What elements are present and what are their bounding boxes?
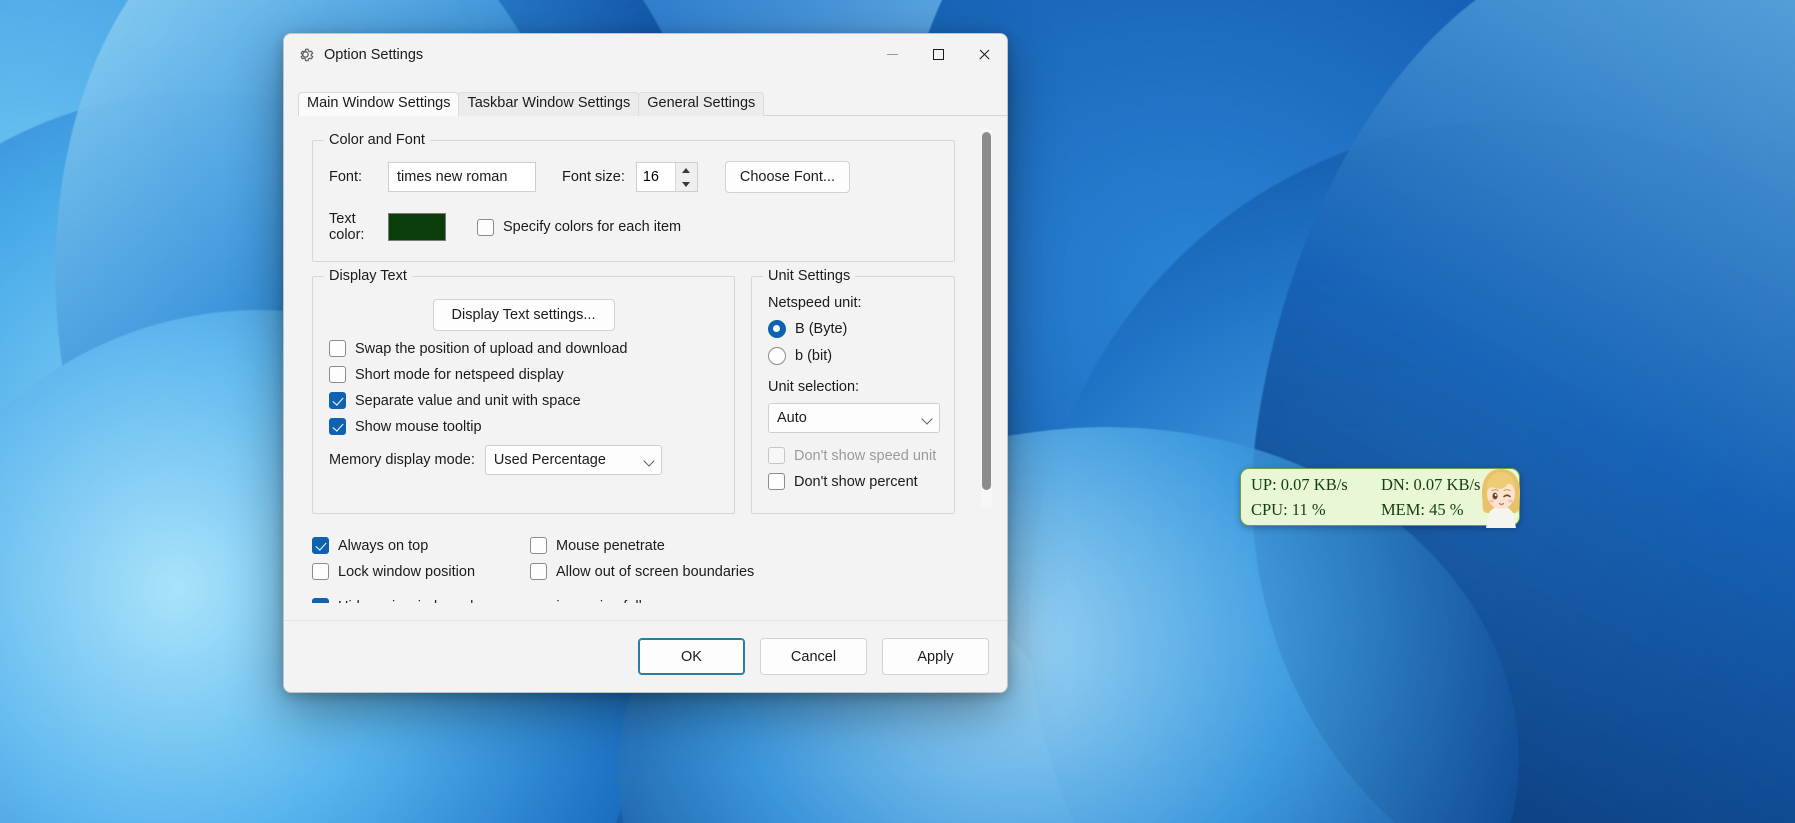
checkbox-box (329, 366, 346, 383)
checkbox-show-mouse-tooltip[interactable]: Show mouse tooltip (329, 418, 718, 435)
checkbox-mouse-penetrate[interactable]: Mouse penetrate (530, 537, 754, 554)
caret-up-icon (682, 167, 691, 173)
minimize-icon (886, 54, 898, 55)
netspeed-floating-widget[interactable]: UP: 0.07 KB/s DN: 0.07 KB/s CPU: 11 % ME… (1240, 468, 1520, 528)
specify-colors-label: Specify colors for each item (503, 219, 682, 235)
checkbox-separate-value-unit[interactable]: Separate value and unit with space (329, 392, 718, 409)
font-size-input[interactable] (636, 163, 675, 191)
specify-colors-checkbox[interactable]: Specify colors for each item (477, 218, 682, 236)
checkbox-label: Always on top (338, 537, 429, 554)
dialog-footer: OK Cancel Apply (284, 620, 1007, 692)
checkbox-box (768, 473, 785, 490)
checkbox-box (329, 418, 346, 435)
scrollbar-thumb[interactable] (982, 132, 991, 490)
radio-unit-byte[interactable]: B (Byte) (768, 320, 940, 338)
display-text-group: Display Text Display Text settings... Sw… (312, 268, 735, 514)
checkbox-box (329, 340, 346, 357)
caret-down-icon (682, 181, 691, 187)
radio-label: b (bit) (795, 348, 833, 364)
gear-icon (300, 48, 314, 62)
checkbox-lock-window-position[interactable]: Lock window position (312, 563, 530, 580)
checkbox-box (530, 563, 547, 580)
tab-strip: Main Window Settings Taskbar Window Sett… (298, 88, 1007, 116)
unit-settings-legend: Unit Settings (763, 268, 856, 284)
checkbox-box (768, 447, 785, 464)
checkbox-box (312, 563, 329, 580)
checkbox-dont-show-percent[interactable]: Don't show percent (768, 473, 940, 490)
checkbox-box (312, 537, 329, 554)
checkbox-short-mode[interactable]: Short mode for netspeed display (329, 366, 718, 383)
close-button[interactable] (961, 34, 1007, 75)
option-settings-dialog: Option Settings Main Window Settings Tas… (283, 33, 1008, 693)
checkbox-hide-main-window-fullscreen[interactable]: Hide main window when program is running… (312, 598, 955, 603)
color-and-font-group: Color and Font Font: Font size: (312, 132, 955, 262)
font-size-stepper[interactable] (635, 162, 698, 192)
checkbox-allow-out-of-screen[interactable]: Allow out of screen boundaries (530, 563, 754, 580)
checkbox-always-on-top[interactable]: Always on top (312, 537, 530, 554)
checkbox-box (312, 598, 329, 603)
vertical-scrollbar[interactable] (981, 128, 992, 508)
close-icon (978, 49, 990, 61)
checkbox-label: Show mouse tooltip (355, 418, 482, 435)
ok-button[interactable]: OK (638, 638, 745, 675)
checkbox-dont-show-speed-unit: Don't show speed unit (768, 447, 940, 464)
color-and-font-legend: Color and Font (324, 132, 430, 148)
tab-main-window-settings[interactable]: Main Window Settings (298, 92, 460, 116)
text-color-label: Text color: (329, 211, 365, 243)
maximize-icon (932, 49, 944, 60)
radio-label: B (Byte) (795, 321, 848, 337)
checkbox-box (329, 392, 346, 409)
widget-download-value: DN: 0.07 KB/s (1381, 475, 1481, 494)
widget-upload-value: UP: 0.07 KB/s (1251, 475, 1348, 494)
checkbox-label: Short mode for netspeed display (355, 366, 564, 383)
checkbox-label: Mouse penetrate (556, 537, 665, 554)
radio-circle (768, 320, 786, 338)
apply-button[interactable]: Apply (882, 638, 989, 675)
minimize-button[interactable] (869, 34, 915, 75)
checkbox-label: Lock window position (338, 563, 476, 580)
checkbox-label: Separate value and unit with space (355, 392, 581, 409)
tab-general-settings[interactable]: General Settings (638, 92, 765, 116)
checkbox-swap-upload-download[interactable]: Swap the position of upload and download (329, 340, 718, 357)
radio-unit-bit[interactable]: b (bit) (768, 347, 940, 365)
text-color-swatch[interactable] (388, 213, 446, 241)
font-input[interactable] (388, 162, 536, 192)
checkbox-label: Don't show percent (794, 473, 918, 490)
widget-memory-value: MEM: 45 % (1381, 500, 1464, 519)
checkbox-box (530, 537, 547, 554)
font-size-label: Font size: (562, 169, 625, 185)
choose-font-button[interactable]: Choose Font... (724, 161, 850, 193)
checkbox-label: Don't show speed unit (794, 447, 937, 464)
unit-selection-select[interactable]: Auto (768, 403, 940, 433)
display-text-settings-button[interactable]: Display Text settings... (432, 299, 615, 331)
font-size-increment-button[interactable] (676, 163, 697, 177)
font-size-decrement-button[interactable] (676, 177, 697, 191)
window-title: Option Settings (324, 46, 424, 63)
cancel-button[interactable]: Cancel (760, 638, 867, 675)
checkbox-label: Hide main window when program is running… (338, 599, 689, 604)
tab-taskbar-window-settings[interactable]: Taskbar Window Settings (458, 92, 640, 116)
unit-settings-group: Unit Settings Netspeed unit: B (Byte) b … (751, 268, 955, 514)
display-text-legend: Display Text (324, 268, 412, 284)
title-bar: Option Settings (284, 34, 1007, 75)
settings-scroll-area: Color and Font Font: Font size: (284, 116, 1007, 603)
maximize-button[interactable] (915, 34, 961, 75)
font-label: Font: (329, 169, 363, 185)
widget-cpu-value: CPU: 11 % (1251, 500, 1326, 519)
checkbox-label: Swap the position of upload and download (355, 340, 628, 357)
radio-circle (768, 347, 786, 365)
memory-display-mode-select[interactable]: Used Percentage (484, 445, 662, 475)
checkbox-box (477, 218, 494, 236)
unit-selection-label: Unit selection: (768, 379, 860, 395)
window-controls (869, 34, 1007, 75)
netspeed-unit-label: Netspeed unit: (768, 295, 862, 311)
checkbox-label: Allow out of screen boundaries (556, 563, 755, 580)
memory-display-mode-label: Memory display mode: (329, 452, 475, 468)
